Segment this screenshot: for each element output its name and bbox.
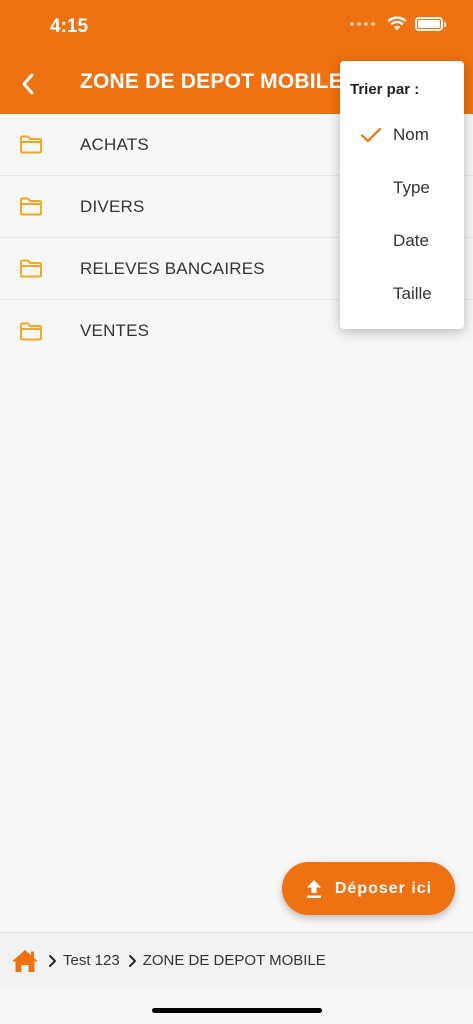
sort-option-nom[interactable]: Nom [340,112,464,158]
home-indicator [152,1008,322,1013]
sort-option-label: Nom [393,125,429,144]
sort-option-label: Taille [393,284,432,303]
upload-button[interactable]: Déposer ici [282,862,455,915]
signal-icon [350,21,375,26]
upload-icon [306,879,321,898]
status-icons [350,16,446,31]
battery-icon [415,16,446,31]
folder-icon [20,322,42,340]
folder-label: RELEVES BANCAIRES [80,258,265,278]
upload-button-label: Déposer ici [334,879,433,897]
folder-icon [20,135,42,154]
back-button[interactable] [10,64,46,104]
breadcrumb: Test 123 ZONE DE DEPOT MOBILE [0,932,473,988]
status-time: 4:15 [50,16,89,37]
folder-icon [20,197,42,216]
check-icon [360,127,381,143]
chevron-right-icon [48,954,57,968]
home-icon[interactable] [10,948,40,974]
sort-option-type[interactable]: Type [340,165,464,211]
sort-option-label: Date [393,231,429,250]
sort-option-taille[interactable]: Taille [340,271,464,317]
folder-icon [20,259,42,278]
breadcrumb-item-test-123[interactable]: Test 123 [63,952,120,969]
wifi-icon [387,16,407,31]
sort-menu: Trier par : Nom Type Date Taille [340,61,464,329]
chevron-right-icon [128,954,137,968]
folder-label: VENTES [80,321,150,340]
sort-option-label: Type [393,178,430,197]
page-title: ZONE DE DEPOT MOBILE [80,70,344,93]
breadcrumb-item-current: ZONE DE DEPOT MOBILE [142,952,326,969]
folder-label: DIVERS [80,196,145,216]
folder-label: ACHATS [80,134,149,154]
sort-menu-title: Trier par : [350,81,420,98]
sort-option-date[interactable]: Date [340,218,464,264]
chevron-left-icon [22,73,34,95]
